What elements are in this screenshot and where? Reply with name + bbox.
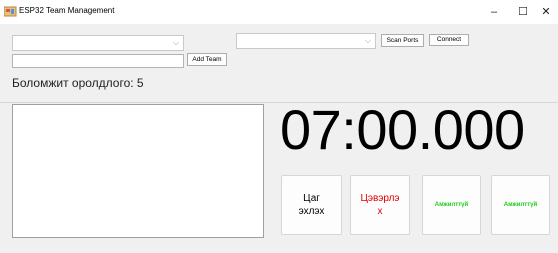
minimize-button[interactable]: – (480, 2, 508, 22)
start-label-line2: эхлэх (298, 206, 325, 217)
window-title: ESP32 Team Management (19, 6, 115, 15)
reset-label-line2: х (377, 206, 383, 217)
team2-status-label: Амжилттүй (503, 202, 538, 208)
team1-status-button[interactable]: Амжилттүй (422, 175, 481, 235)
start-label-line1: Цаг (303, 193, 320, 204)
chevron-down-icon: ⌵ (172, 38, 179, 47)
app-icon (4, 6, 17, 17)
start-timer-button[interactable]: Цаг эхлэх (281, 175, 342, 235)
reset-button[interactable]: Цэвэрлэ х (350, 175, 410, 235)
team1-status-label: Амжилттүй (434, 202, 469, 208)
team-list[interactable] (12, 104, 264, 238)
reset-label-line1: Цэвэрлэ (360, 193, 400, 204)
scan-ports-button[interactable]: Scan Ports (381, 34, 424, 47)
timer-display: 07:00.000 (280, 98, 525, 161)
title-bar: ESP32 Team Management – ☐ ✕ (0, 0, 558, 24)
close-button[interactable]: ✕ (532, 2, 558, 22)
team-select[interactable]: ⌵ (12, 35, 184, 51)
team-name-input[interactable] (12, 54, 184, 68)
connect-button[interactable]: Connect (429, 34, 469, 46)
add-team-button[interactable]: Add Team (187, 53, 227, 66)
available-attempts-label: Боломжит оролдлого: 5 (12, 76, 144, 90)
port-select[interactable]: ⌵ (236, 33, 376, 49)
chevron-down-icon: ⌵ (364, 36, 371, 45)
team2-status-button[interactable]: Амжилттүй (491, 175, 550, 235)
